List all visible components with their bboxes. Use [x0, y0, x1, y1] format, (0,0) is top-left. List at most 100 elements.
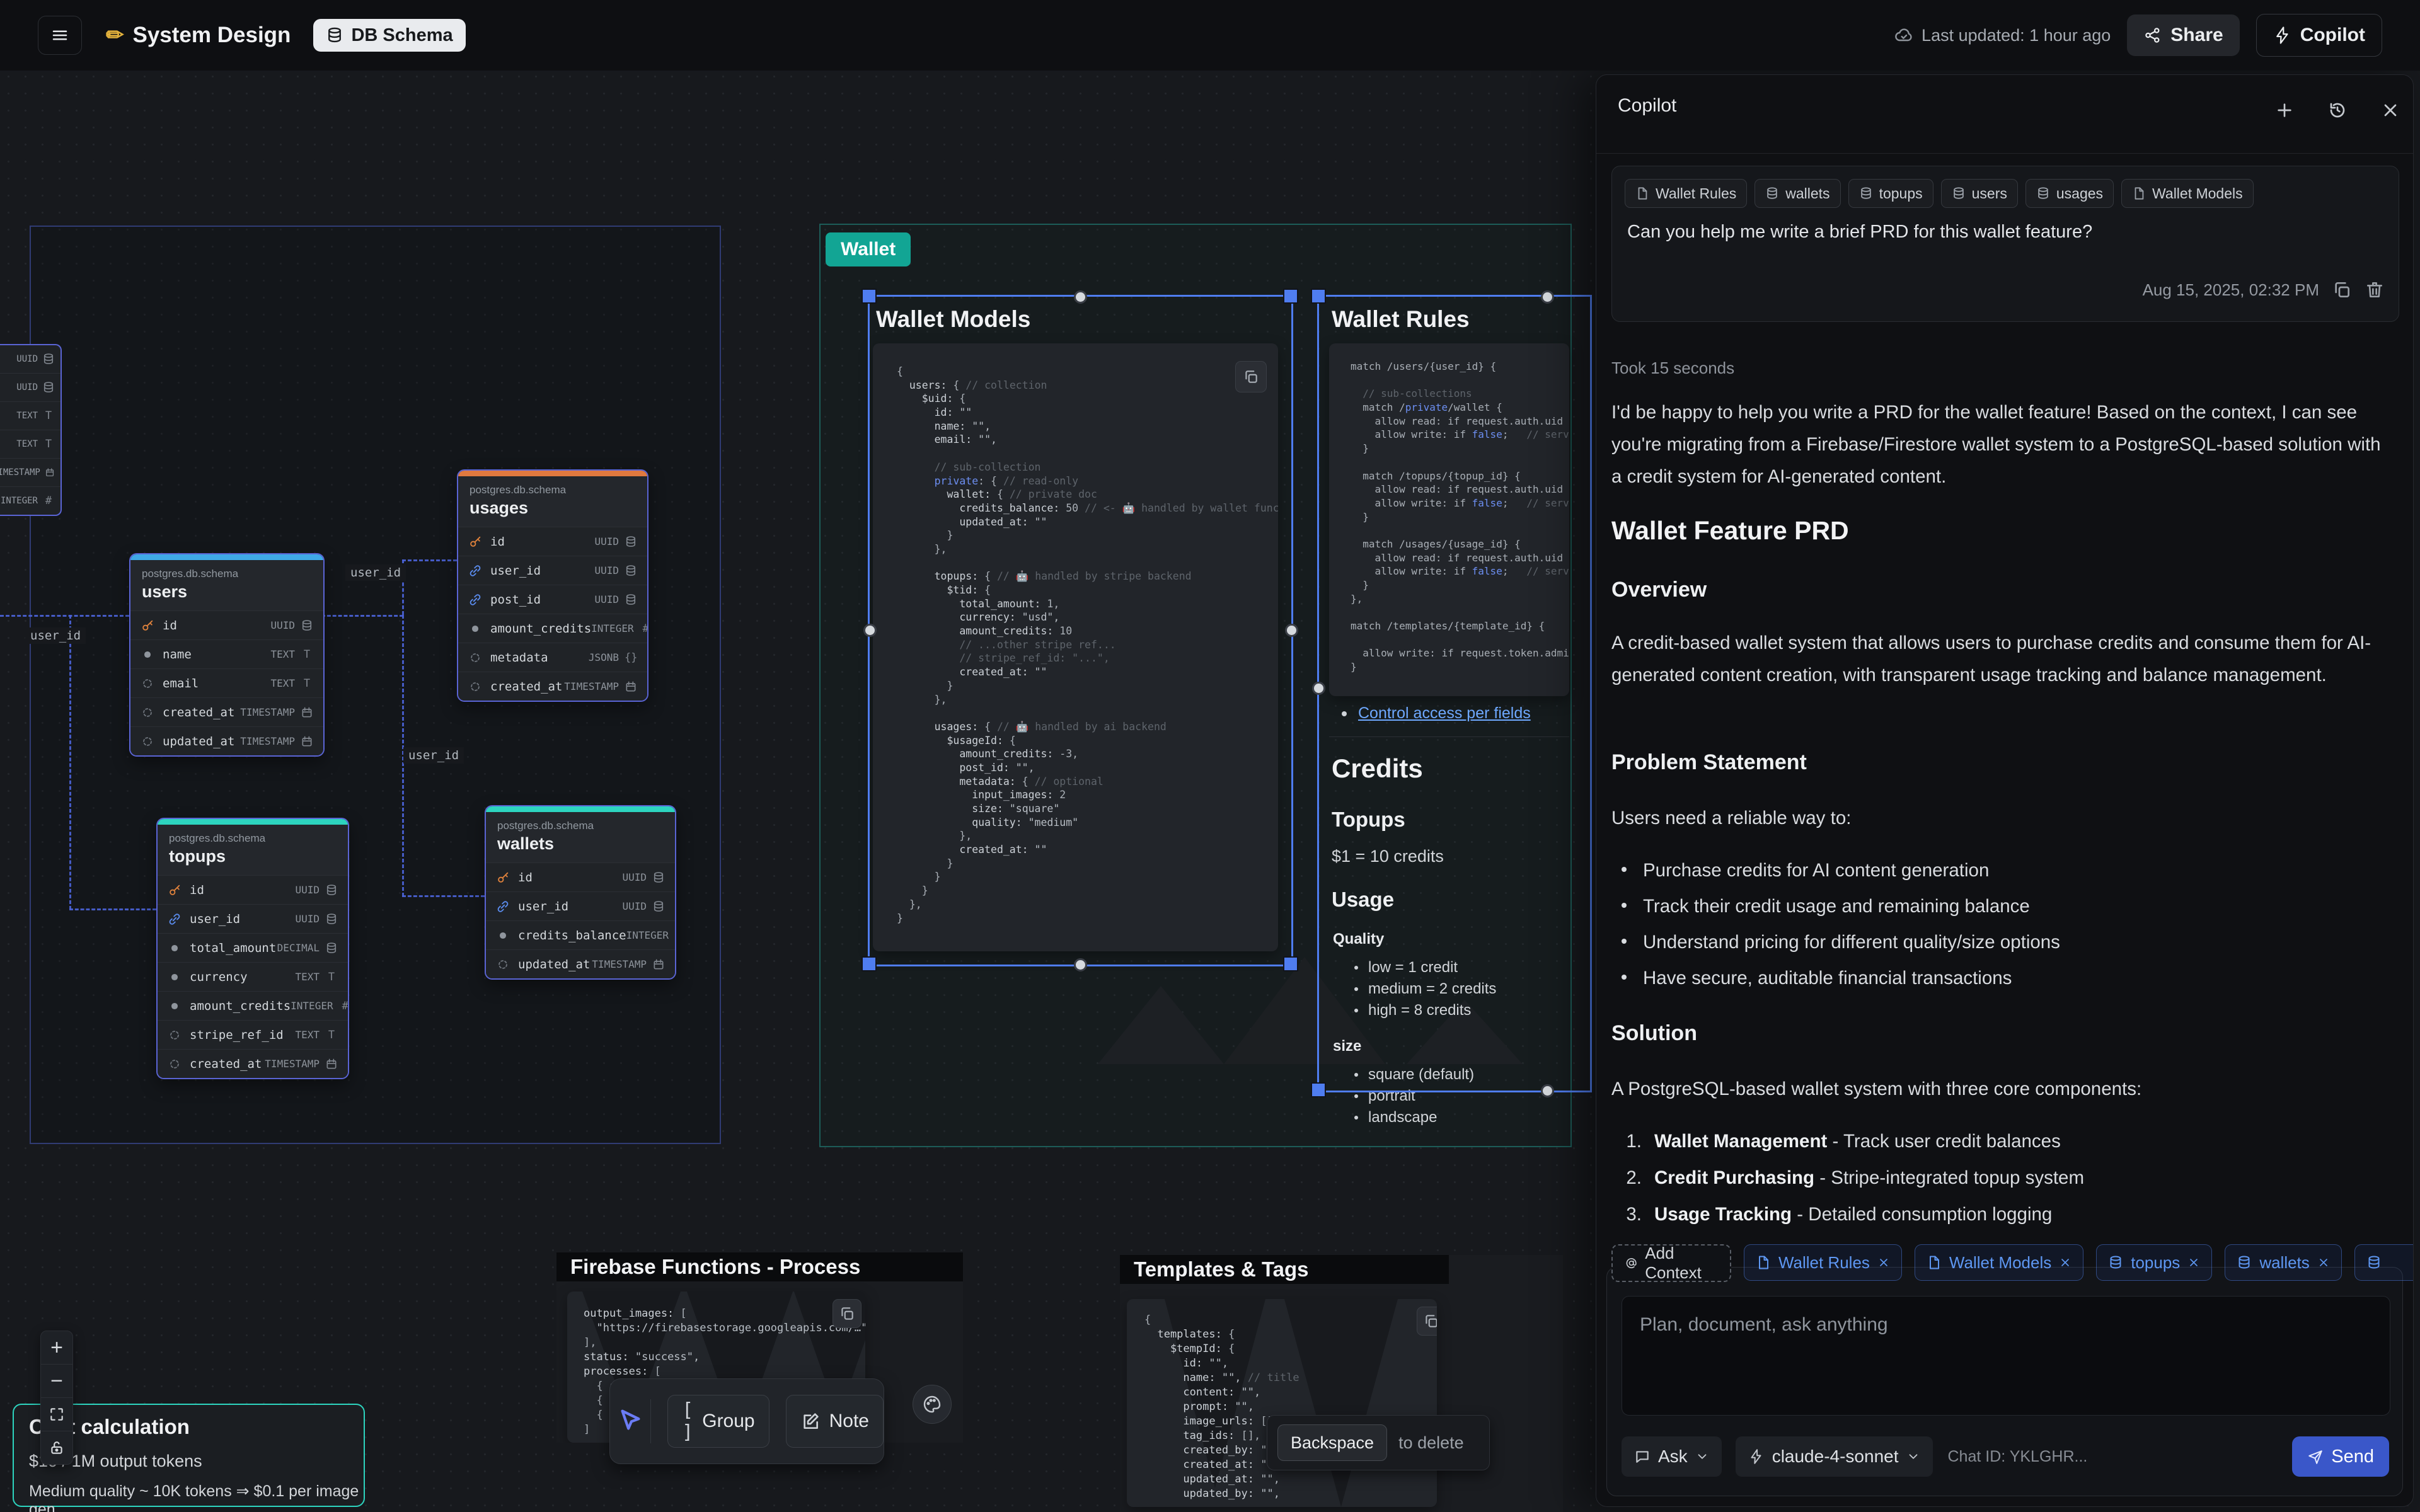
chat-id: Chat ID: YKLGHR...: [1948, 1448, 2088, 1466]
table-field-row[interactable]: metadata JSONB{}: [458, 643, 647, 672]
zoom-out-button[interactable]: −: [41, 1364, 72, 1397]
copy-code-button[interactable]: [1235, 361, 1267, 392]
table-users[interactable]: postgres.db.schema users id UUID name TE…: [129, 553, 325, 757]
composer-chip-wallet-models[interactable]: Wallet Models: [1915, 1244, 2083, 1281]
table-field-row[interactable]: created_at TIMESTAMP: [458, 672, 647, 701]
table-field-row[interactable]: user_id UUID: [458, 556, 647, 585]
context-chip-wallets[interactable]: wallets: [1754, 179, 1840, 208]
copy-code-button[interactable]: [1417, 1307, 1437, 1336]
fit-view-button[interactable]: [41, 1397, 72, 1431]
zoom-in-button[interactable]: +: [41, 1331, 72, 1364]
table-field-row[interactable]: created_at TIMESTAMP: [158, 1049, 348, 1078]
color-palette-button[interactable]: [913, 1385, 952, 1424]
selection-handle[interactable]: [1283, 289, 1298, 304]
selection-handle[interactable]: [1311, 1082, 1326, 1097]
table-wallets[interactable]: postgres.db.schema wallets id UUID user_…: [485, 805, 676, 980]
close-panel-button[interactable]: [2378, 98, 2403, 123]
control-access-link[interactable]: Control access per fields: [1358, 704, 1531, 723]
number-type-icon: #: [339, 1000, 349, 1012]
composer-chip-topups[interactable]: topups: [2096, 1244, 2212, 1281]
wallet-models-code[interactable]: { users: { // collection $uid: { id: "" …: [873, 343, 1278, 951]
context-chip-wallet-models[interactable]: Wallet Models: [2121, 179, 2254, 208]
table-field-row[interactable]: id UUID: [486, 862, 675, 891]
tab-db-schema[interactable]: DB Schema: [313, 19, 465, 52]
wallet-models-title[interactable]: Wallet Models: [876, 306, 1030, 333]
table-header[interactable]: postgres.db.schema topups: [158, 825, 348, 875]
note-tool-button[interactable]: Note: [786, 1395, 884, 1448]
prompt-input[interactable]: Plan, document, ask anything: [1622, 1296, 2390, 1416]
note-pencil-icon: [800, 1411, 821, 1431]
table-field-row[interactable]: updated_at TIMESTAMP: [486, 949, 675, 978]
selection-handle[interactable]: [861, 956, 877, 971]
db-type-icon: [325, 942, 338, 954]
copy-code-button[interactable]: [833, 1299, 861, 1328]
context-chip-usages[interactable]: usages: [2025, 179, 2114, 208]
selection-handle[interactable]: [863, 624, 877, 637]
selection-handle[interactable]: [1312, 682, 1325, 695]
copy-message-icon[interactable]: [2332, 280, 2352, 300]
model-selector[interactable]: claude-4-sonnet: [1736, 1436, 1933, 1477]
selection-handle[interactable]: [1311, 289, 1326, 304]
table-field-row[interactable]: created_at TIMESTAMP: [130, 697, 323, 726]
lock-button[interactable]: [41, 1431, 72, 1464]
table-field-row[interactable]: id UUID: [130, 610, 323, 639]
table-header[interactable]: postgres.db.schema usages: [458, 476, 647, 527]
menu-button[interactable]: [38, 16, 82, 55]
table-field-row[interactable]: updated_at TIMESTAMP: [130, 726, 323, 755]
wallet-rules-code[interactable]: match /users/{user_id} { // sub-collecti…: [1329, 343, 1569, 696]
code-line: }: [1351, 442, 1569, 455]
field-type: INTEGER: [1, 496, 38, 506]
share-button[interactable]: Share: [2127, 14, 2239, 56]
wallet-rules-title[interactable]: Wallet Rules: [1332, 306, 1470, 333]
code-line: "https://firebasestorage.googleapis.com/…: [584, 1321, 865, 1336]
ask-mode-button[interactable]: Ask: [1622, 1436, 1722, 1477]
table-field-row[interactable]: total_amount DECIMAL: [158, 933, 348, 962]
selection-handle[interactable]: [1285, 624, 1298, 637]
new-chat-button[interactable]: [2272, 98, 2297, 123]
table-header[interactable]: postgres.db.schema wallets: [486, 812, 675, 862]
group-tool-button[interactable]: [ ] Group: [667, 1395, 769, 1448]
remove-chip-icon[interactable]: [1877, 1256, 1890, 1269]
history-button[interactable]: [2325, 98, 2350, 123]
context-chip-topups[interactable]: topups: [1848, 179, 1933, 208]
selection-handle[interactable]: [1541, 290, 1554, 304]
selection-handle[interactable]: [1283, 956, 1298, 971]
table-field-row[interactable]: amount_credits INTEGER#: [458, 614, 647, 643]
selection-handle[interactable]: [861, 289, 877, 304]
table-field-row[interactable]: user_id UUID: [486, 891, 675, 920]
table-usages[interactable]: postgres.db.schema usages id UUID user_i…: [457, 469, 648, 702]
table-field-row[interactable]: stripe_ref_id TEXTT: [158, 1020, 348, 1049]
selection-handle[interactable]: [1541, 1084, 1554, 1097]
remove-chip-icon[interactable]: [2317, 1256, 2330, 1269]
table-field-row[interactable]: email TEXTT: [130, 668, 323, 697]
composer-chip-clipped[interactable]: [2354, 1244, 2414, 1281]
table-header[interactable]: postgres.db.schema users: [130, 560, 323, 610]
context-chip-users[interactable]: users: [1941, 179, 2018, 208]
delete-message-icon[interactable]: [2365, 280, 2385, 300]
table-field-row[interactable]: currency TEXTT: [158, 962, 348, 991]
table-field-row[interactable]: name TEXTT: [130, 639, 323, 668]
table-field-row[interactable]: post_id UUID: [458, 585, 647, 614]
send-button[interactable]: Send: [2292, 1436, 2389, 1477]
wallet-frame-label[interactable]: Wallet: [826, 232, 911, 266]
select-tool-button[interactable]: [610, 1407, 650, 1436]
remove-chip-icon[interactable]: [2187, 1256, 2200, 1269]
clipped-table-fragment[interactable]: UUID UUID TEXTT TEXTT TIMESTAMP INTEGER#: [0, 344, 62, 516]
composer-chip-wallets[interactable]: wallets: [2225, 1244, 2341, 1281]
selection-handle[interactable]: [1074, 290, 1087, 304]
copilot-button[interactable]: Copilot: [2256, 14, 2382, 57]
table-field-row[interactable]: id UUID: [158, 875, 348, 904]
optional-field-icon: [141, 677, 154, 690]
composer-chip-wallet-rules[interactable]: Wallet Rules: [1744, 1244, 1902, 1281]
table-field-row[interactable]: amount_credits INTEGER#: [158, 991, 348, 1020]
context-chip-wallet-rules[interactable]: Wallet Rules: [1625, 179, 1747, 208]
add-context-button[interactable]: Add Context: [1611, 1244, 1731, 1282]
table-field-row[interactable]: user_id UUID: [158, 904, 348, 933]
table-topups[interactable]: postgres.db.schema topups id UUID user_i…: [156, 818, 349, 1079]
selection-handle[interactable]: [1074, 958, 1087, 971]
remove-chip-icon[interactable]: [2059, 1256, 2071, 1269]
templates-tags-card[interactable]: Templates & Tags { templates: { $tempId:…: [1120, 1255, 1563, 1512]
templates-tags-code[interactable]: { templates: { $tempId: { id: "", name: …: [1127, 1299, 1437, 1507]
table-field-row[interactable]: id UUID: [458, 527, 647, 556]
table-field-row[interactable]: credits_balance INTEGER#: [486, 920, 675, 949]
